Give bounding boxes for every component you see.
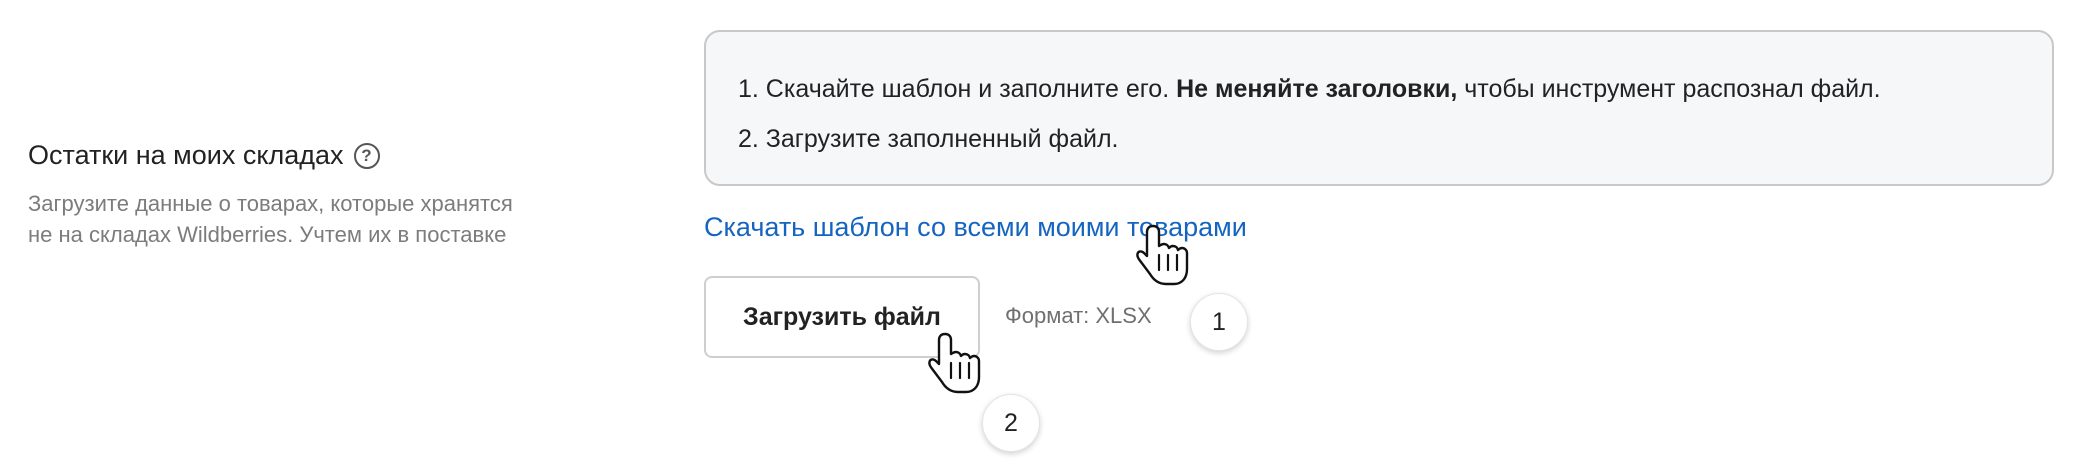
- instruction-step-1: 1. Скачайте шаблон и заполните его. Не м…: [738, 64, 2052, 114]
- instructions-box: 1. Скачайте шаблон и заполните его. Не м…: [704, 30, 2054, 186]
- step-badge-2: 2: [982, 394, 1040, 452]
- section-title-row: Остатки на моих складах ?: [28, 140, 380, 171]
- section-description: Загрузите данные о товарах, которые хран…: [28, 188, 628, 250]
- hand-pointer-icon: [928, 332, 981, 394]
- section-title: Остатки на моих складах: [28, 140, 344, 170]
- description-line-2: не на складах Wildberries. Учтем их в по…: [28, 222, 507, 247]
- description-line-1: Загрузите данные о товарах, которые хран…: [28, 191, 513, 216]
- instruction-step-1-start: 1. Скачайте шаблон и заполните его.: [738, 75, 1177, 103]
- hand-pointer-icon: [1136, 224, 1189, 286]
- file-format-hint: Формат: XLSX: [1005, 303, 1152, 328]
- instruction-step-2: 2. Загрузите заполненный файл.: [738, 125, 1119, 153]
- step-badge-1: 1: [1190, 293, 1248, 351]
- instruction-step-1-end: чтобы инструмент распознал файл.: [1457, 75, 1881, 103]
- question-circle-icon[interactable]: ?: [353, 142, 380, 169]
- instruction-step-1-bold: Не меняйте заголовки,: [1176, 75, 1458, 103]
